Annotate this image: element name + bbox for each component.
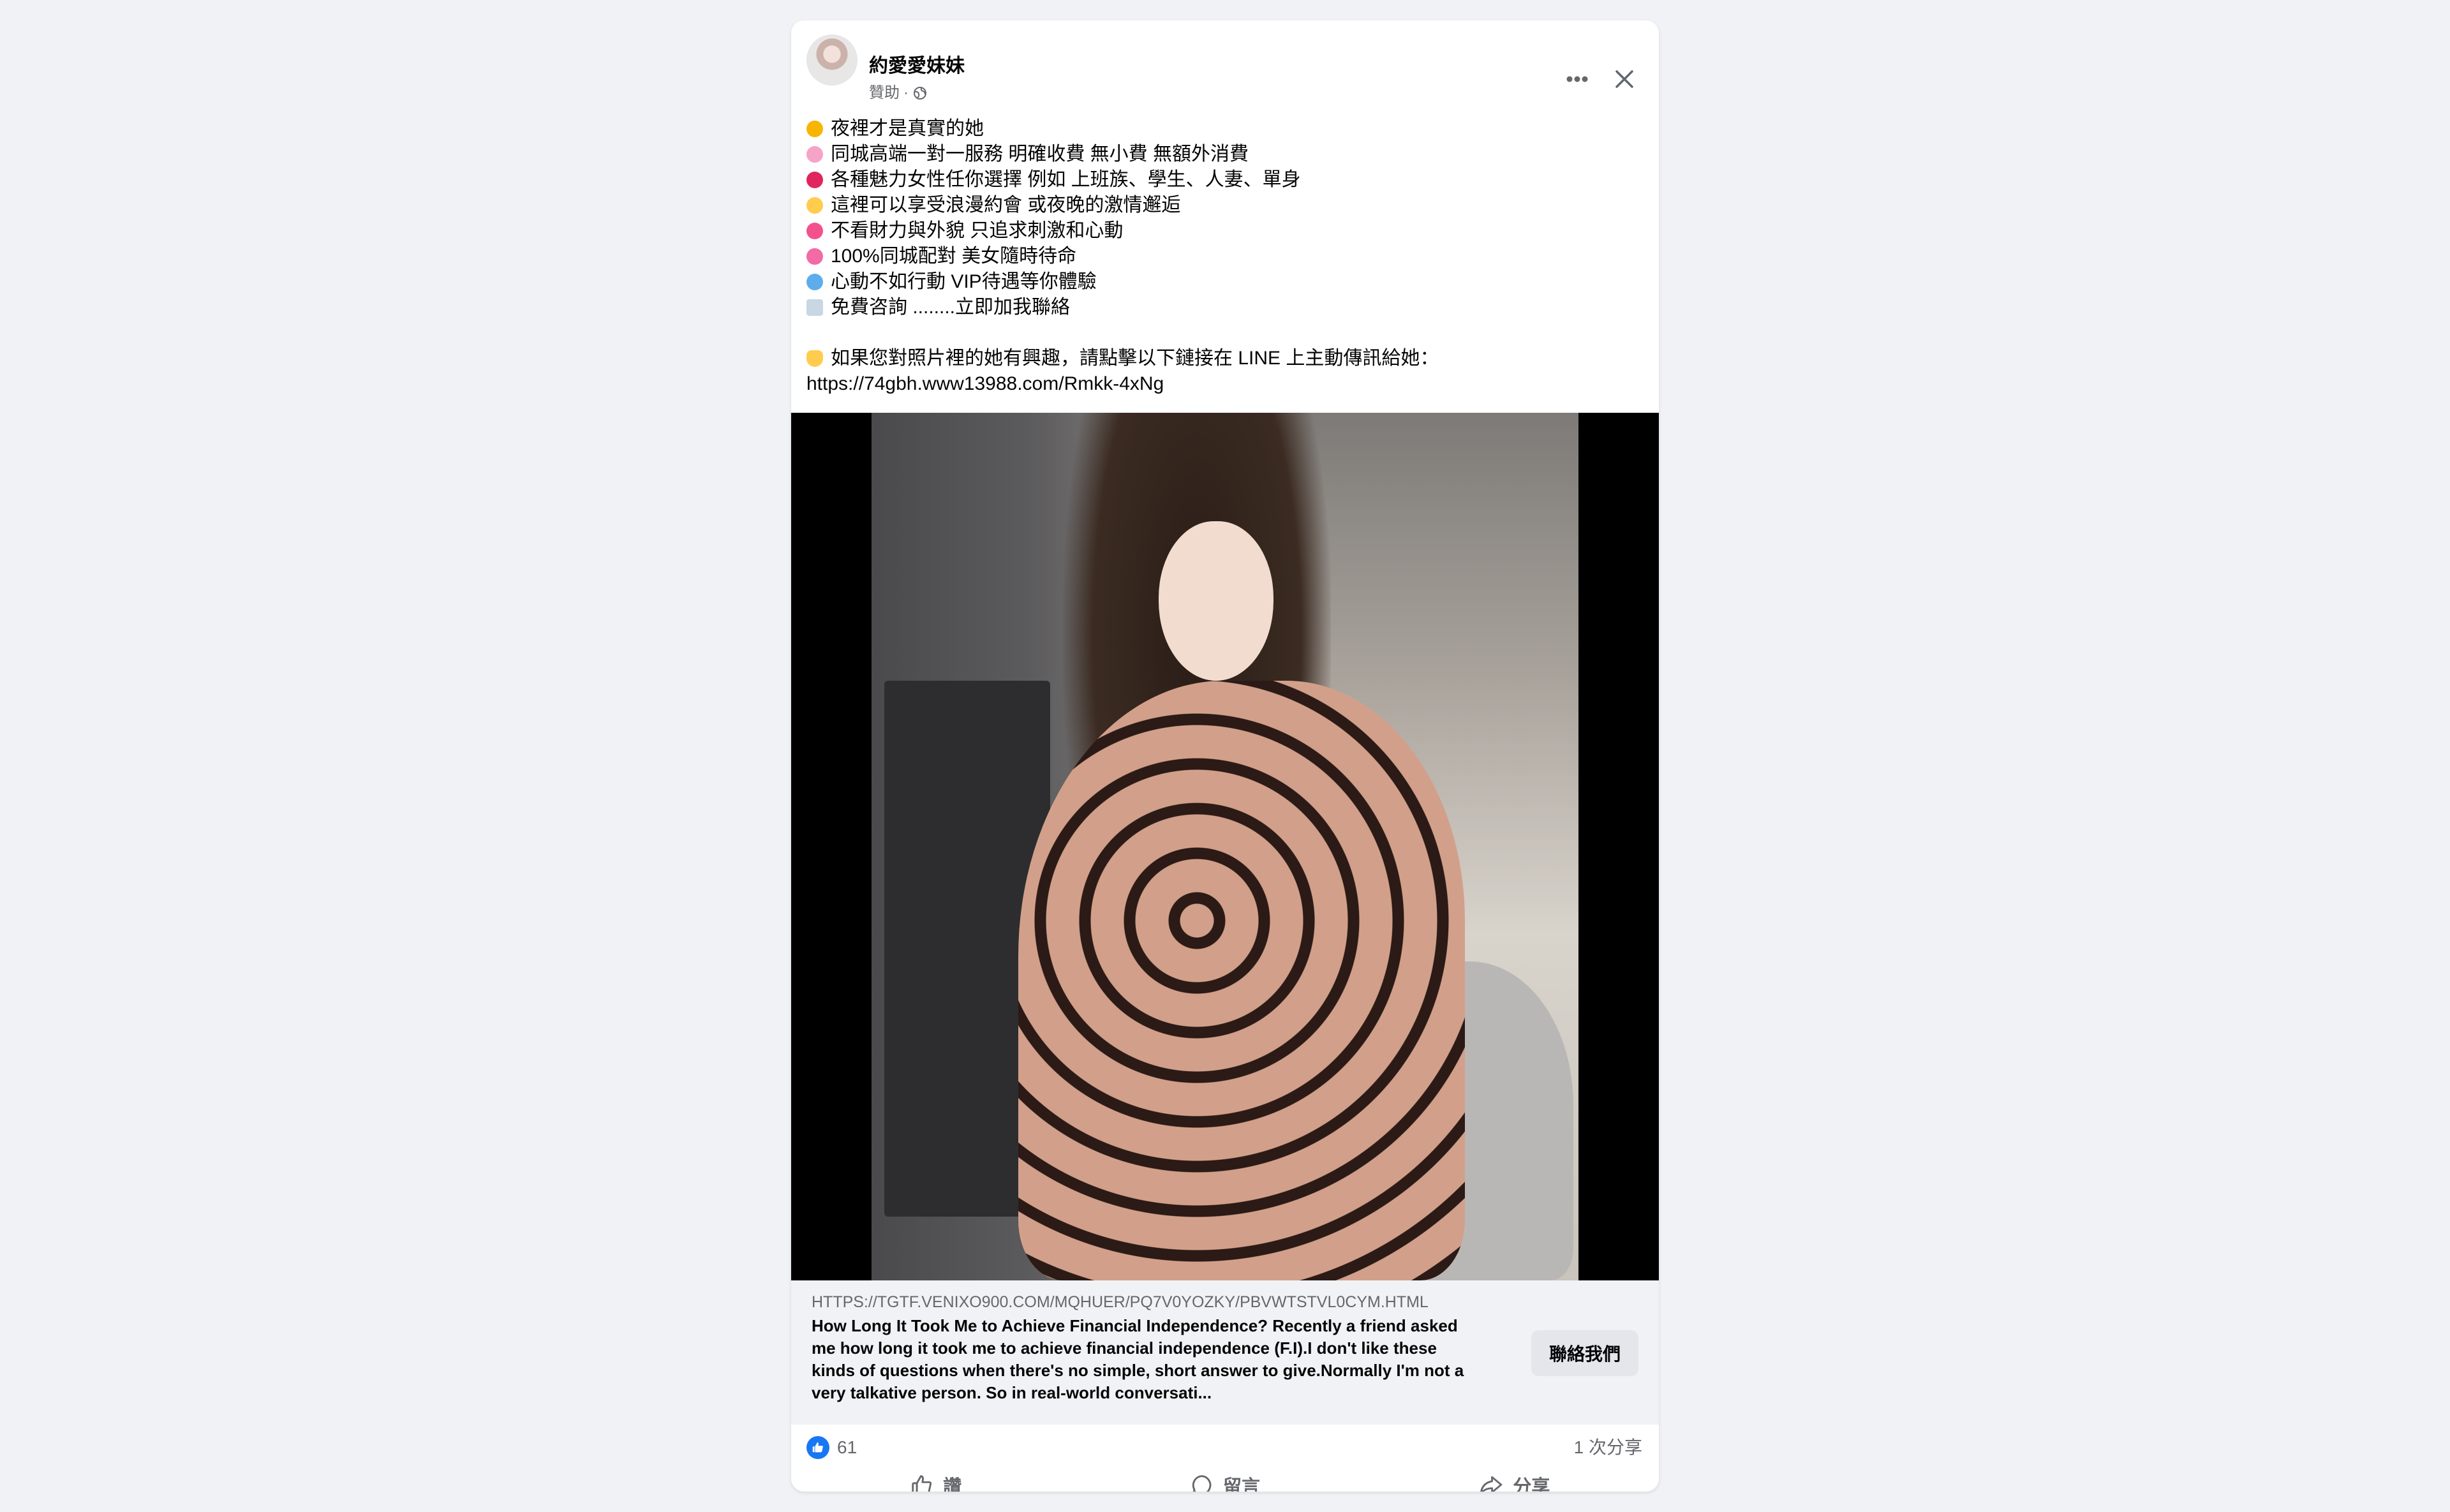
more-icon <box>1566 76 1588 82</box>
share-count[interactable]: 1 次分享 <box>1574 1436 1642 1459</box>
emoji-sparkle-icon <box>806 197 823 214</box>
comment-button[interactable]: 留言 <box>1080 1465 1369 1492</box>
post-link[interactable]: https://74gbh.www13988.com/Rmkk-4xNg <box>806 371 1164 397</box>
post-text-line: 各種魅力女性任你選擇 例如 上班族、學生、人妻、單身 <box>806 167 1642 193</box>
emoji-point-down-icon <box>806 350 823 367</box>
photo-figure-dress <box>1018 681 1465 1280</box>
post-text-line: 夜裡才是真實的她 <box>806 116 1642 142</box>
share-icon <box>1480 1476 1503 1492</box>
close-button[interactable] <box>1605 60 1644 98</box>
post-line-text: 這裡可以享受浪漫約會 或夜晚的激情邂逅 <box>831 195 1181 216</box>
avatar[interactable] <box>806 34 858 85</box>
emoji-lips-icon <box>806 172 823 188</box>
stats-bar: 61 1 次分享 <box>791 1425 1659 1469</box>
like-count[interactable]: 61 <box>837 1436 857 1459</box>
more-options-button[interactable] <box>1558 60 1596 98</box>
post-text-line: 同城高端一對一服務 明確收費 無小費 無額外消費 <box>806 142 1642 167</box>
thumbs-up-icon <box>912 1475 932 1492</box>
post-photo <box>872 413 1578 1280</box>
post-line-text: 夜裡才是真實的她 <box>831 118 984 139</box>
globe-icon <box>912 85 928 101</box>
post-link-line: https://74gbh.www13988.com/Rmkk-4xNg <box>806 371 1642 397</box>
share-button[interactable]: 分享 <box>1370 1465 1659 1492</box>
post-text-line: 100%同城配對 美女隨時待命 <box>806 244 1642 269</box>
post-image[interactable] <box>791 413 1659 1280</box>
link-preview[interactable]: HTTPS://TGTF.VENIXO900.COM/MQHUER/PQ7V0Y… <box>791 1280 1659 1425</box>
like-button-label: 讚 <box>943 1477 962 1492</box>
author-name[interactable]: 約愛愛妹妹 <box>869 55 965 78</box>
emoji-gem-icon <box>806 274 823 290</box>
post-line-text: 不看財力與外貌 只追求刺激和心動 <box>831 220 1124 241</box>
post-line-text: 各種魅力女性任你選擇 例如 上班族、學生、人妻、單身 <box>831 169 1301 190</box>
post-cta-line: 如果您對照片裡的她有興趣，請點擊以下鏈接在 LINE 上主動傳訊給她： <box>806 346 1642 371</box>
photo-figure-face <box>1159 521 1273 681</box>
emoji-two-hearts-icon <box>806 248 823 265</box>
link-preview-description: How Long It Took Me to Achieve Financial… <box>812 1316 1464 1402</box>
link-preview-url: HTTPS://TGTF.VENIXO900.COM/MQHUER/PQ7V0Y… <box>812 1293 1429 1311</box>
separator-dot: · <box>903 84 909 101</box>
post-text-line: 這裡可以享受浪漫約會 或夜晚的激情邂逅 <box>806 193 1642 218</box>
post-card: 約愛愛妹妹 贊助 · 夜裡才是真實的她 同城高端一對一服務 明確收費 無小費 無… <box>791 20 1659 1492</box>
post-cta-text: 如果您對照片裡的她有興趣，請點擊以下鏈接在 LINE 上主動傳訊給她： <box>831 348 1439 369</box>
contact-us-button[interactable]: 聯絡我們 <box>1531 1330 1638 1376</box>
post-line-text: 100%同城配對 美女隨時待命 <box>831 246 1077 267</box>
post-text-line: 心動不如行動 VIP待遇等你體驗 <box>806 269 1642 295</box>
action-bar: 讚 留言 分享 <box>791 1465 1659 1492</box>
post-text: 夜裡才是真實的她 同城高端一對一服務 明確收費 無小費 無額外消費 各種魅力女性… <box>806 116 1642 397</box>
emoji-smirk-icon <box>806 121 823 137</box>
like-reaction-icon[interactable] <box>806 1436 829 1459</box>
emoji-heart-arrow-icon <box>806 223 823 239</box>
post-text-line: 免費咨詢 ........立即加我聯絡 <box>806 295 1642 320</box>
post-line-text: 免費咨詢 ........立即加我聯絡 <box>831 297 1071 318</box>
close-icon <box>1615 70 1633 88</box>
emoji-envelope-icon <box>806 299 823 316</box>
sponsored-text[interactable]: 贊助 <box>869 84 900 103</box>
comment-icon <box>1192 1475 1212 1492</box>
like-button[interactable]: 讚 <box>791 1465 1080 1492</box>
post-line-text: 同城高端一對一服務 明確收費 無小費 無額外消費 <box>831 144 1249 165</box>
emoji-flower-icon <box>806 146 823 163</box>
post-header: 約愛愛妹妹 贊助 · <box>791 20 1659 103</box>
sponsored-label: 贊助 · <box>869 84 928 103</box>
post-text-line: 不看財力與外貌 只追求刺激和心動 <box>806 218 1642 244</box>
share-button-label: 分享 <box>1513 1477 1550 1492</box>
post-line-text: 心動不如行動 VIP待遇等你體驗 <box>831 271 1097 292</box>
comment-button-label: 留言 <box>1222 1477 1260 1492</box>
